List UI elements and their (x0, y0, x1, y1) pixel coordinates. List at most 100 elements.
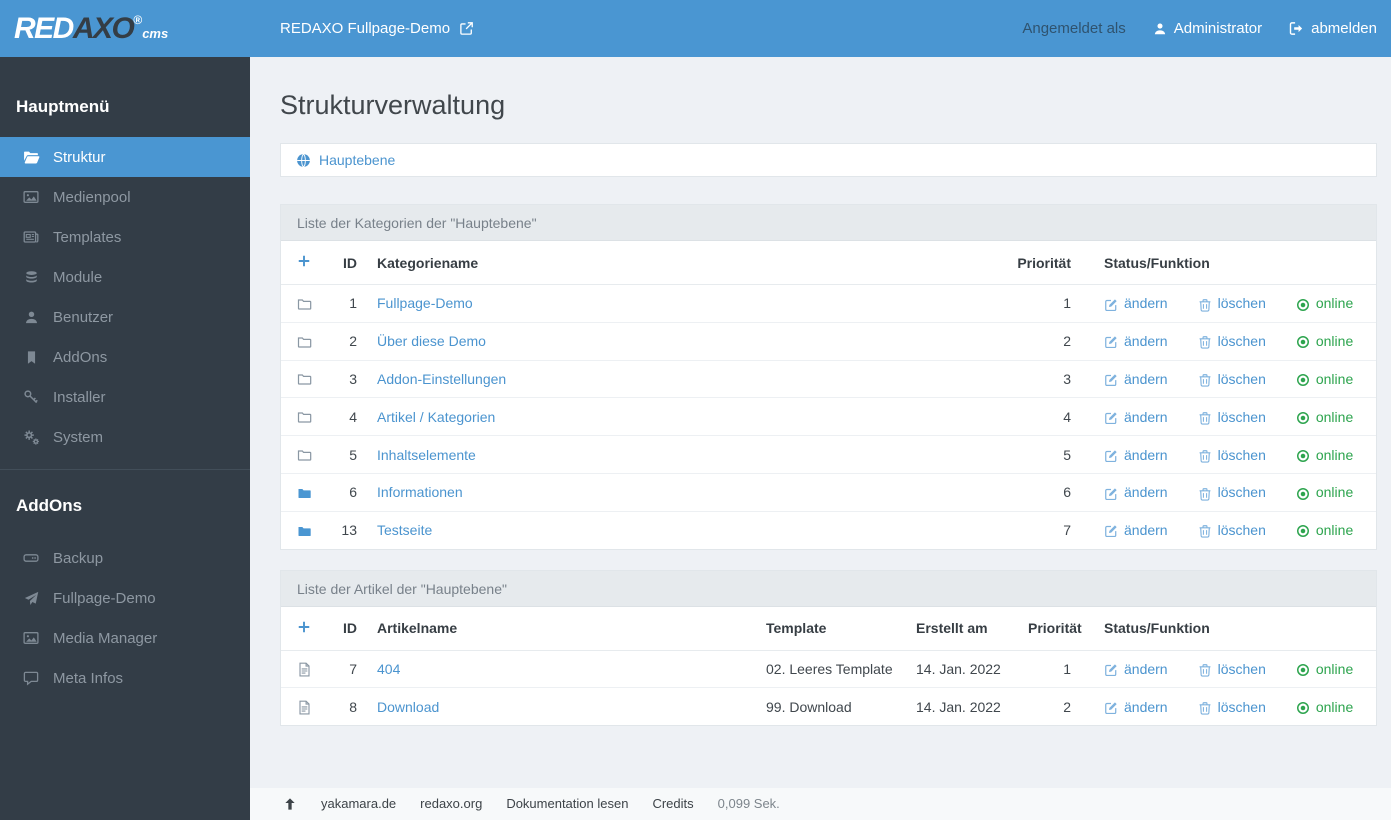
sidebar-item-system[interactable]: System (0, 417, 250, 457)
dot-circle-icon (1296, 522, 1310, 538)
category-id: 4 (325, 397, 367, 436)
sidebar-item-templates[interactable]: Templates (0, 217, 250, 257)
category-link[interactable]: Über diese Demo (377, 333, 486, 349)
pencil-square-icon (1104, 333, 1118, 349)
footer-link-yakamara[interactable]: yakamara.de (321, 796, 396, 811)
user-profile-link[interactable]: Administrator (1153, 20, 1262, 37)
category-priority: 2 (991, 321, 1081, 361)
online-status-link[interactable]: online (1296, 371, 1353, 387)
site-frontend-link[interactable]: REDAXO Fullpage-Demo (280, 20, 474, 37)
sidebar-item-label: Backup (53, 549, 104, 567)
online-status-link[interactable]: online (1296, 295, 1353, 311)
edit-link[interactable]: ändern (1104, 484, 1168, 500)
delete-link[interactable]: löschen (1198, 333, 1266, 349)
folder-outline-icon (297, 408, 312, 424)
delete-link[interactable]: löschen (1198, 446, 1266, 463)
category-row: 6 Informationen 6 ändern löschen online (281, 472, 1376, 512)
category-id: 13 (325, 510, 367, 549)
add-article-button[interactable] (297, 620, 311, 634)
delete-link[interactable]: löschen (1198, 371, 1266, 387)
globe-icon (296, 152, 311, 169)
edit-link[interactable]: ändern (1104, 409, 1168, 425)
category-row: 3 Addon-Einstellungen 3 ändern löschen o… (281, 359, 1376, 398)
logout-link[interactable]: abmelden (1289, 20, 1377, 37)
edit-link[interactable]: ändern (1104, 295, 1168, 311)
logo-cms: cms (142, 25, 169, 41)
category-link[interactable]: Testseite (377, 522, 432, 538)
edit-link[interactable]: ändern (1104, 371, 1168, 387)
sign-out-icon (1289, 21, 1304, 36)
footer-link-redaxo[interactable]: redaxo.org (420, 796, 482, 811)
articles-header-row: ID Artikelname Template Erstellt am Prio… (281, 606, 1376, 651)
delete-link[interactable]: löschen (1198, 699, 1266, 715)
edit-link[interactable]: ändern (1104, 522, 1168, 538)
breadcrumb-root-link[interactable]: Hauptebene (296, 152, 395, 169)
pencil-square-icon (1104, 522, 1118, 538)
dot-circle-icon (1296, 371, 1310, 387)
external-link-icon (459, 21, 474, 36)
category-link[interactable]: Informationen (377, 484, 463, 500)
online-status-link[interactable]: online (1296, 699, 1353, 715)
categories-panel-title: Liste der Kategorien der "Hauptebene" (281, 205, 1376, 241)
delete-link[interactable]: löschen (1198, 522, 1266, 538)
edit-link[interactable]: ändern (1104, 661, 1168, 677)
edit-link[interactable]: ändern (1104, 333, 1168, 349)
folder-filled-icon (297, 522, 312, 538)
redaxo-logo[interactable]: REDAXO®cms (0, 11, 250, 45)
add-category-button[interactable] (297, 254, 311, 268)
delete-link[interactable]: löschen (1198, 409, 1266, 425)
category-priority: 4 (991, 397, 1081, 436)
delete-link[interactable]: löschen (1198, 661, 1266, 677)
footer-link-documentation[interactable]: Dokumentation lesen (506, 796, 628, 811)
column-header-created: Erstellt am (906, 606, 1018, 651)
newspaper-icon (22, 229, 40, 245)
delete-link[interactable]: löschen (1198, 484, 1266, 500)
sidebar-item-medienpool[interactable]: Medienpool (0, 177, 250, 217)
sidebar-item-benutzer[interactable]: Benutzer (0, 297, 250, 337)
category-link[interactable]: Fullpage-Demo (377, 295, 473, 311)
article-link[interactable]: 404 (377, 661, 400, 677)
image-icon (22, 630, 40, 646)
folder-outline-icon (297, 446, 312, 462)
online-status-link[interactable]: online (1296, 484, 1353, 500)
category-link[interactable]: Addon-Einstellungen (377, 371, 506, 387)
online-label: online (1315, 484, 1354, 501)
articles-panel: Liste der Artikel der "Hauptebene" ID Ar… (280, 569, 1377, 727)
online-status-link[interactable]: online (1296, 522, 1353, 538)
edit-link[interactable]: ändern (1104, 446, 1168, 463)
sidebar-item-struktur[interactable]: Struktur (0, 137, 250, 177)
user-icon (1153, 22, 1167, 36)
delete-link[interactable]: löschen (1198, 295, 1266, 311)
scroll-top-button[interactable] (283, 797, 297, 811)
sidebar-item-meta-infos[interactable]: Meta Infos (0, 658, 250, 698)
sidebar-item-backup[interactable]: Backup (0, 538, 250, 578)
logged-in-as-label: Angemeldet als (1022, 20, 1126, 37)
online-status-link[interactable]: online (1296, 446, 1354, 463)
article-link[interactable]: Download (377, 699, 439, 715)
sidebar-item-fullpage-demo[interactable]: Fullpage-Demo (0, 578, 250, 618)
delete-label: löschen (1217, 698, 1266, 715)
edit-link[interactable]: ändern (1104, 699, 1168, 715)
sidebar-item-media-manager[interactable]: Media Manager (0, 618, 250, 658)
topbar-user-area: Angemeldet als Administrator abmelden (1022, 20, 1391, 37)
column-header-name: Kategoriename (367, 241, 991, 285)
trash-icon (1198, 522, 1212, 538)
delete-label: löschen (1217, 484, 1266, 501)
sidebar-item-module[interactable]: Module (0, 257, 250, 297)
category-link[interactable]: Inhaltselemente (377, 447, 476, 463)
category-link[interactable]: Artikel / Kategorien (377, 409, 495, 425)
online-status-link[interactable]: online (1296, 409, 1353, 425)
delete-label: löschen (1217, 408, 1266, 425)
online-status-link[interactable]: online (1296, 333, 1353, 349)
sidebar-item-addons[interactable]: AddOns (0, 337, 250, 377)
online-label: online (1315, 446, 1354, 463)
category-priority: 7 (991, 510, 1081, 549)
sidebar-item-installer[interactable]: Installer (0, 377, 250, 417)
online-status-link[interactable]: online (1296, 661, 1353, 677)
pencil-square-icon (1104, 371, 1118, 387)
logo-axo: AXO (72, 11, 135, 45)
delete-label: löschen (1217, 370, 1266, 387)
delete-label: löschen (1217, 295, 1266, 312)
footer-link-credits[interactable]: Credits (652, 796, 693, 811)
key-icon (22, 389, 40, 405)
